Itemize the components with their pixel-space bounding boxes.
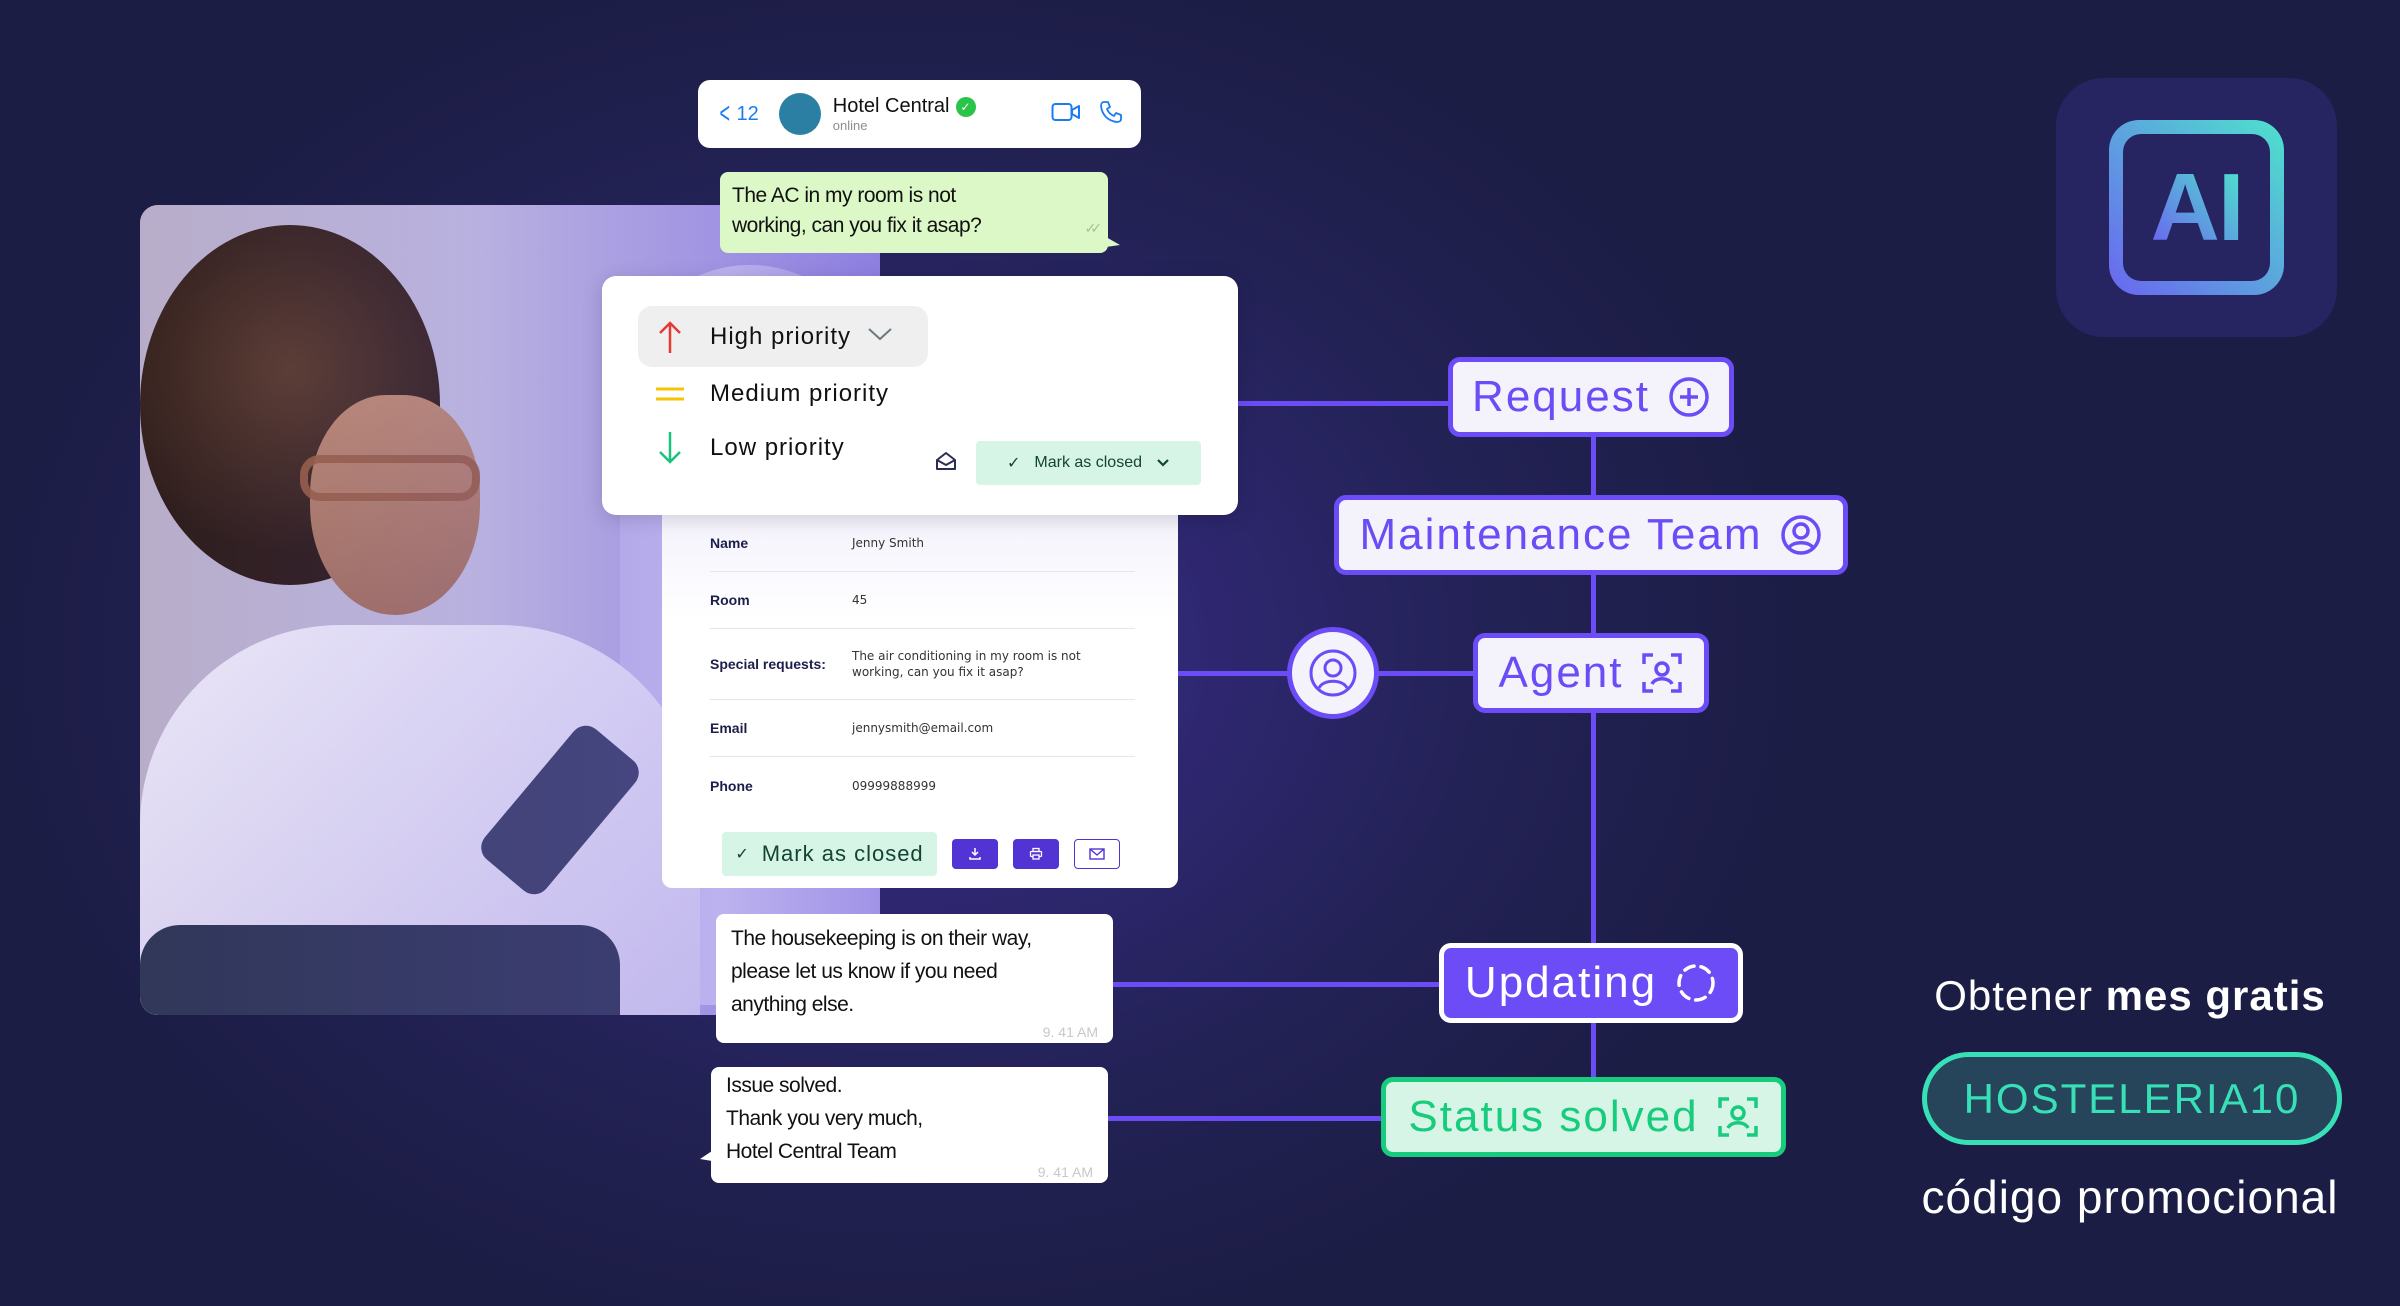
promo-lead-bold: mes gratis <box>2105 972 2326 1019</box>
ai-logo-text: AI <box>2150 153 2245 261</box>
avatar[interactable] <box>778 93 821 135</box>
message-line: The housekeeping is on their way, <box>731 927 1032 950</box>
detail-row: Name Jenny Smith <box>710 515 1135 572</box>
hotel-reply-bubble: Issue solved. Thank you very much, Hotel… <box>700 1067 1108 1183</box>
detail-label: Email <box>710 720 748 736</box>
user-circle-icon <box>1309 649 1357 697</box>
download-icon <box>969 848 981 860</box>
promo-code-badge[interactable]: HOSTELERIA10 <box>1922 1052 2342 1145</box>
detail-value: The air conditioning in my room is not w… <box>852 649 1081 679</box>
chat-header: < 12 Hotel Central ✓ online <box>698 80 1141 148</box>
priority-label: High priority <box>710 322 852 350</box>
detail-row: Room 45 <box>710 572 1135 629</box>
print-button[interactable] <box>1013 839 1059 869</box>
detail-label: Room <box>710 592 750 608</box>
message-line: please let us know if you need <box>731 960 998 983</box>
chevron-down-icon[interactable] <box>867 325 893 348</box>
node-label: Status solved <box>1408 1092 1699 1141</box>
node-label: Maintenance Team <box>1359 510 1763 559</box>
promo-caption: código promocional <box>1921 1171 2339 1223</box>
mark-as-closed-button[interactable]: ✓ Mark as closed <box>722 832 937 876</box>
check-icon: ✓ <box>1007 455 1021 472</box>
user-scan-icon <box>1642 653 1683 693</box>
priority-label: Low priority <box>710 434 845 461</box>
contact-name: Hotel Central <box>832 95 950 117</box>
detail-row: Email jennysmith@email.com <box>710 700 1135 757</box>
ai-logo: AI <box>2056 78 2337 337</box>
node-label: Request <box>1472 372 1650 421</box>
promo-lead: Obtener <box>1934 972 2093 1019</box>
node-label: Agent <box>1498 648 1624 697</box>
priority-option-high[interactable]: High priority <box>638 306 928 367</box>
agent-avatar-node[interactable] <box>1287 627 1379 719</box>
detail-label: Special requests: <box>710 656 826 672</box>
back-button[interactable]: < 12 <box>716 99 759 129</box>
guest-details-card: Name Jenny Smith Room 45 Special request… <box>662 505 1178 888</box>
mark-as-closed-label: Mark as closed <box>1034 454 1142 471</box>
message-time: 9. 41 AM <box>1037 1164 1093 1180</box>
video-call-icon[interactable] <box>1051 101 1081 128</box>
guest-message-bubble: The AC in my room is not working, can yo… <box>720 172 1120 253</box>
detail-label: Phone <box>710 777 753 794</box>
detail-value: jennysmith@email.com <box>852 721 994 735</box>
verified-icon: ✓ <box>955 96 976 117</box>
workflow-node-updating[interactable]: Updating <box>1439 943 1743 1023</box>
print-icon <box>1029 847 1043 860</box>
read-receipt-icon: ✓✓ <box>1084 220 1103 236</box>
workflow-node-maintenance-team[interactable]: Maintenance Team <box>1334 495 1848 575</box>
mail-icon <box>1089 848 1105 860</box>
equals-icon <box>650 385 690 403</box>
connector-updating <box>1113 982 1443 987</box>
chevron-left-icon: < <box>719 97 731 130</box>
mark-as-closed-dropdown[interactable]: ✓ Mark as closed <box>976 441 1201 485</box>
priority-label: Medium priority <box>710 380 890 407</box>
connector-request <box>1238 401 1453 406</box>
detail-row: Special requests: The air conditioning i… <box>710 629 1135 700</box>
detail-value: 09999888999 <box>852 778 936 793</box>
loading-icon <box>1677 964 1715 1002</box>
user-circle-icon <box>1781 515 1822 555</box>
promo-code: HOSTELERIA10 <box>1963 1074 2301 1122</box>
message-line: working, can you fix it asap? <box>732 214 982 237</box>
arrow-up-icon <box>650 320 690 354</box>
contact-status: online <box>832 118 868 133</box>
check-icon: ✓ <box>735 846 750 863</box>
detail-row: Phone 09999888999 <box>710 757 1135 814</box>
arrow-down-icon <box>650 431 690 465</box>
email-button[interactable] <box>1074 839 1120 869</box>
mark-as-closed-label: Mark as closed <box>761 841 924 866</box>
open-envelope-icon[interactable] <box>935 451 957 477</box>
workflow-node-status-solved[interactable]: Status solved <box>1381 1077 1786 1157</box>
promo-headline: Obtener mes gratis <box>1900 972 2360 1020</box>
download-button[interactable] <box>952 839 998 869</box>
hotel-reply-bubble: The housekeeping is on their way, please… <box>716 914 1113 1043</box>
message-line: Thank you very much, <box>726 1107 923 1130</box>
detail-value: 45 <box>852 593 868 607</box>
plus-circle-icon <box>1669 377 1709 417</box>
priority-dropdown: High priority Medium priority Low priori… <box>602 276 1238 515</box>
message-line: The AC in my room is not <box>732 184 956 207</box>
connector-solved <box>1108 1116 1386 1121</box>
priority-option-low[interactable]: Low priority <box>650 423 845 473</box>
workflow-node-agent[interactable]: Agent <box>1473 633 1709 713</box>
workflow-node-request[interactable]: Request <box>1448 357 1734 437</box>
user-scan-icon <box>1717 1097 1758 1137</box>
priority-option-medium[interactable]: Medium priority <box>650 369 889 419</box>
node-label: Updating <box>1464 958 1658 1007</box>
chevron-down-icon <box>1157 459 1169 467</box>
detail-value: Jenny Smith <box>852 536 924 550</box>
unread-count: 12 <box>736 102 759 125</box>
phone-call-icon[interactable] <box>1099 100 1123 129</box>
detail-label: Name <box>710 535 749 551</box>
message-line: anything else. <box>731 993 854 1016</box>
message-line: Issue solved. <box>726 1074 843 1097</box>
message-time: 9. 41 AM <box>1042 1024 1098 1040</box>
